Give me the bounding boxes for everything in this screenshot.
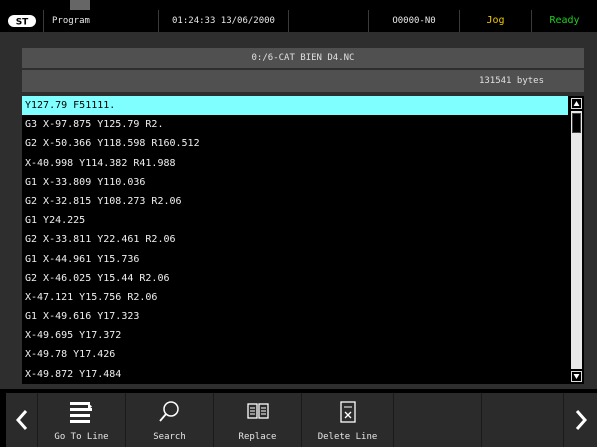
svg-text:ST: ST [15, 18, 28, 28]
code-line[interactable]: G3 X-97.875 Y125.79 R2. [22, 115, 568, 134]
chevron-left-icon [15, 410, 27, 430]
goto-line-button[interactable]: Go To Line [38, 393, 126, 447]
code-line[interactable]: G2 X-33.811 Y22.461 R2.06 [22, 230, 568, 249]
scroll-thumb[interactable] [572, 113, 581, 133]
code-line[interactable]: G1 X-44.961 Y15.736 [22, 250, 568, 269]
delete-line-icon [302, 399, 393, 425]
code-lines: Y127.79 F51111. G3 X-97.875 Y125.79 R2. … [22, 96, 568, 384]
nc-code-editor[interactable]: Y127.79 F51111. G3 X-97.875 Y125.79 R2. … [22, 96, 584, 384]
code-line[interactable]: G1 Y24.225 [22, 211, 568, 230]
code-line[interactable]: X-49.695 Y17.372 [22, 326, 568, 345]
machine-logo-icon: ST [0, 10, 44, 32]
top-strip-block [70, 0, 90, 10]
code-line-selected[interactable]: Y127.79 F51111. [22, 96, 568, 116]
search-label: Search [153, 432, 186, 442]
mode-label: Program [44, 10, 159, 32]
prev-softkeys-button[interactable] [6, 393, 38, 447]
next-softkeys-button[interactable] [564, 393, 597, 447]
top-strip [0, 0, 597, 10]
replace-label: Replace [238, 432, 277, 442]
arrow-down-icon [573, 374, 580, 379]
status-bar: ST Program 01:24:33 13/06/2000 O0000-N0 … [0, 10, 597, 32]
program-editor-panel: 0:/6-CAT BIEN D4.NC 131541 bytes Y127.79… [0, 32, 597, 389]
vertical-scrollbar[interactable] [571, 98, 582, 382]
code-line[interactable]: G2 X-32.815 Y108.273 R2.06 [22, 192, 568, 211]
status-empty-cell [289, 10, 369, 32]
goto-line-icon [38, 399, 125, 425]
file-path-header: 0:/6-CAT BIEN D4.NC [22, 48, 584, 68]
code-line[interactable]: X-49.872 Y17.484 [22, 365, 568, 384]
code-line[interactable]: X-49.78 Y17.426 [22, 345, 568, 364]
file-size-header: 131541 bytes [22, 70, 584, 92]
scroll-track[interactable] [571, 111, 582, 369]
replace-icon [214, 399, 301, 425]
code-line[interactable]: G2 X-46.025 Y15.44 R2.06 [22, 269, 568, 288]
softkey-bar: Go To Line Search Replace Delete Line [0, 389, 597, 447]
code-line[interactable]: G1 X-49.616 Y17.323 [22, 307, 568, 326]
search-icon [126, 399, 213, 425]
delete-line-button[interactable]: Delete Line [302, 393, 394, 447]
delete-line-label: Delete Line [317, 432, 378, 442]
search-button[interactable]: Search [126, 393, 214, 447]
code-line[interactable]: X-47.121 Y15.756 R2.06 [22, 288, 568, 307]
softkey-empty-1[interactable] [394, 393, 482, 447]
scroll-down-button[interactable] [571, 371, 582, 382]
datetime-label: 01:24:33 13/06/2000 [159, 10, 289, 32]
softkey-empty-2[interactable] [482, 393, 564, 447]
ready-status-label: Ready [549, 15, 580, 26]
code-line[interactable]: X-40.998 Y114.382 R41.988 [22, 154, 568, 173]
code-line[interactable]: G2 X-50.366 Y118.598 R160.512 [22, 134, 568, 153]
file-size-label: 131541 bytes [478, 76, 544, 86]
program-number-label: O0000-N0 [369, 10, 460, 32]
arrow-up-icon [573, 101, 580, 106]
replace-button[interactable]: Replace [214, 393, 302, 447]
code-line[interactable]: G1 X-33.809 Y110.036 [22, 173, 568, 192]
chevron-right-icon [575, 410, 587, 430]
goto-line-label: Go To Line [54, 432, 109, 442]
jog-status-label: Jog [460, 10, 532, 32]
scroll-up-button[interactable] [571, 98, 582, 109]
